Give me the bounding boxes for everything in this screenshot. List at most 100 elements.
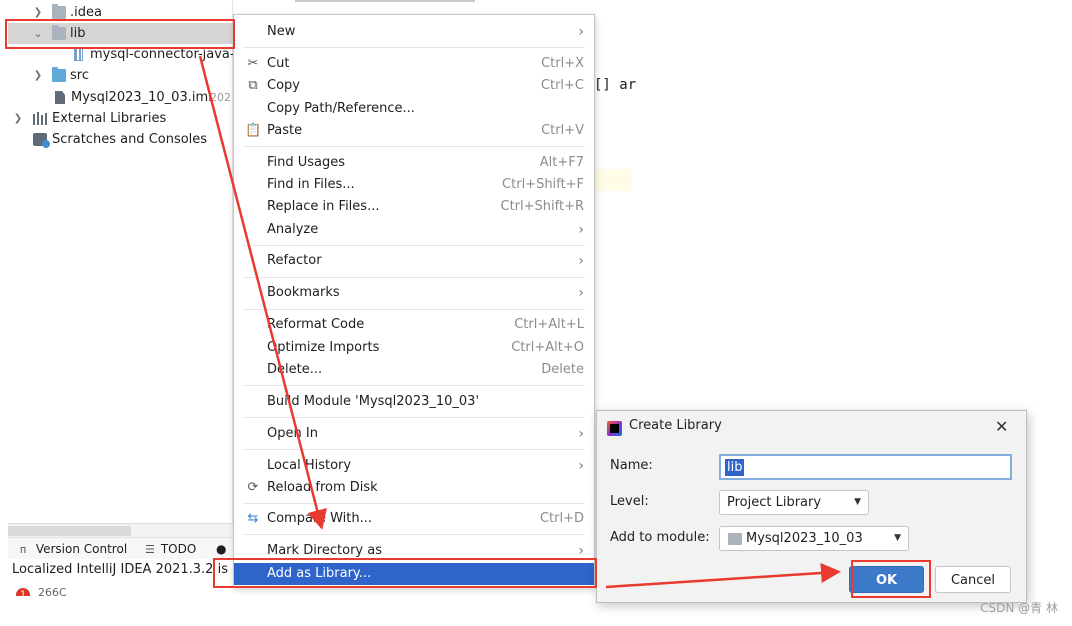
dropdown-arrow-icon: ▼ bbox=[854, 497, 861, 507]
menu-item-paste[interactable]: 📋 Paste Ctrl+V bbox=[234, 120, 594, 142]
menu-item-copy-path[interactable]: Copy Path/Reference... bbox=[234, 98, 594, 120]
chevron-right-icon: › bbox=[578, 24, 584, 40]
chevron-right-icon: › bbox=[578, 253, 584, 269]
menu-item-label: Optimize Imports bbox=[267, 340, 380, 355]
module-label: Add to module: bbox=[610, 530, 710, 545]
chevron-right-icon: › bbox=[578, 426, 584, 442]
chevron-right-icon[interactable]: ❯ bbox=[32, 2, 44, 23]
menu-item-find-usages[interactable]: Find Usages Alt+F7 bbox=[234, 152, 594, 174]
tree-item-src[interactable]: ❯ src bbox=[8, 65, 233, 86]
menu-item-label: Paste bbox=[267, 123, 303, 138]
menu-item-label: Cut bbox=[267, 56, 290, 71]
menu-item-shortcut: Ctrl+Shift+F bbox=[502, 177, 584, 192]
tree-item-iml[interactable]: Mysql2023_10_03.iml 202 bbox=[8, 87, 233, 108]
menu-item-refactor[interactable]: Refactor › bbox=[234, 250, 594, 272]
module-file-icon bbox=[55, 91, 65, 104]
close-icon[interactable]: ✕ bbox=[995, 417, 1008, 436]
menu-item-label: Add as Library... bbox=[267, 566, 372, 581]
scratches-icon bbox=[33, 133, 50, 148]
level-select[interactable]: Project Library ▼ bbox=[719, 490, 869, 515]
menu-item-shortcut: Ctrl+C bbox=[540, 78, 584, 93]
menu-item-open-in[interactable]: Open In › bbox=[234, 423, 594, 445]
paste-icon: 📋 bbox=[245, 123, 262, 138]
menu-item-label: Copy bbox=[267, 78, 300, 93]
menu-item-shortcut: Delete bbox=[541, 362, 584, 377]
menu-item-reformat-code[interactable]: Reformat Code Ctrl+Alt+L bbox=[234, 314, 594, 336]
folder-icon bbox=[52, 4, 66, 19]
menu-item-shortcut: Alt+F7 bbox=[539, 155, 584, 170]
menu-separator bbox=[243, 534, 585, 535]
module-select-value: Mysql2023_10_03 bbox=[746, 531, 863, 546]
chevron-right-icon: › bbox=[578, 458, 584, 474]
folder-icon bbox=[52, 25, 66, 40]
editor-line-highlight bbox=[594, 169, 632, 191]
chevron-right-icon[interactable]: ❯ bbox=[32, 65, 44, 86]
menu-item-label: Reformat Code bbox=[267, 317, 365, 332]
menu-item-label: Open In bbox=[267, 426, 318, 441]
update-notification[interactable]: Localized IntelliJ IDEA 2021.3.2 is avai… bbox=[8, 560, 233, 582]
tree-item-label: External Libraries bbox=[52, 111, 167, 126]
tree-item-external-libraries[interactable]: ❯ External Libraries bbox=[8, 108, 233, 129]
menu-item-label: Reload from Disk bbox=[267, 480, 378, 495]
list-icon: ☰ bbox=[145, 543, 155, 556]
tool-window-bar: ᴨ Version Control ☰ TODO ● bbox=[8, 537, 233, 559]
reload-icon: ⟳ bbox=[247, 480, 259, 495]
ok-button[interactable]: OK bbox=[849, 566, 924, 593]
menu-item-label: Build Module 'Mysql2023_10_03' bbox=[267, 394, 480, 409]
module-select[interactable]: Mysql2023_10_03 ▼ bbox=[719, 526, 909, 551]
tree-item-suffix: 202 bbox=[210, 91, 231, 104]
menu-item-local-history[interactable]: Local History › bbox=[234, 455, 594, 477]
problems-icon[interactable]: ● bbox=[216, 541, 226, 557]
menu-item-label: Compare With... bbox=[267, 511, 373, 526]
dialog-title: Create Library bbox=[629, 418, 722, 433]
error-indicator[interactable]: 1 266C bbox=[8, 584, 233, 596]
libraries-icon bbox=[33, 112, 47, 125]
level-select-value: Project Library bbox=[727, 495, 822, 510]
tree-item-label: lib bbox=[70, 26, 86, 41]
name-input[interactable] bbox=[719, 454, 1012, 480]
menu-item-label: Mark Directory as bbox=[267, 543, 382, 558]
tree-item-label: src bbox=[70, 68, 89, 83]
watermark-text: CSDN @青 林 bbox=[980, 601, 1058, 615]
menu-separator bbox=[243, 277, 585, 278]
cancel-button[interactable]: Cancel bbox=[935, 566, 1011, 593]
module-folder-icon bbox=[728, 533, 742, 545]
menu-item-new[interactable]: New › bbox=[234, 21, 594, 43]
todo-tab[interactable]: ☰ TODO bbox=[145, 541, 196, 558]
chevron-right-icon[interactable]: ❯ bbox=[12, 108, 24, 129]
menu-separator bbox=[243, 449, 585, 450]
chevron-down-icon[interactable]: ⌄ bbox=[32, 23, 44, 44]
menu-item-bookmarks[interactable]: Bookmarks › bbox=[234, 282, 594, 304]
menu-item-find-in-files[interactable]: Find in Files... Ctrl+Shift+F bbox=[234, 174, 594, 196]
version-control-tab[interactable]: ᴨ Version Control bbox=[20, 541, 127, 558]
tree-item-mysql-connector[interactable]: mysql-connector-java-8 bbox=[8, 44, 233, 65]
menu-item-delete[interactable]: Delete... Delete bbox=[234, 359, 594, 381]
tree-item-lib[interactable]: ⌄ lib bbox=[8, 23, 233, 44]
menu-separator bbox=[243, 309, 585, 310]
chevron-right-icon: › bbox=[578, 285, 584, 301]
menu-item-analyze[interactable]: Analyze › bbox=[234, 219, 594, 241]
menu-item-add-as-library[interactable]: Add as Library... bbox=[234, 563, 594, 585]
menu-item-replace-in-files[interactable]: Replace in Files... Ctrl+Shift+R bbox=[234, 196, 594, 218]
copy-icon: ⧉ bbox=[248, 78, 258, 93]
menu-item-label: Bookmarks bbox=[267, 285, 340, 300]
menu-item-shortcut: Ctrl+Alt+O bbox=[511, 340, 584, 355]
menu-item-compare-with[interactable]: ⇆ Compare With... Ctrl+D bbox=[234, 508, 594, 530]
horizontal-scrollbar[interactable] bbox=[8, 523, 233, 537]
source-folder-icon bbox=[52, 67, 66, 82]
menu-separator bbox=[243, 245, 585, 246]
menu-item-mark-directory[interactable]: Mark Directory as › bbox=[234, 540, 594, 562]
menu-item-label: Delete... bbox=[267, 362, 323, 377]
menu-item-label: Find in Files... bbox=[267, 177, 355, 192]
menu-item-copy[interactable]: ⧉ Copy Ctrl+C bbox=[234, 75, 594, 97]
tree-item-label: .idea bbox=[70, 5, 102, 20]
menu-item-cut[interactable]: ✂ Cut Ctrl+X bbox=[234, 53, 594, 75]
tree-item-label: Mysql2023_10_03.iml bbox=[71, 90, 212, 105]
menu-item-build-module[interactable]: Build Module 'Mysql2023_10_03' bbox=[234, 391, 594, 413]
chevron-right-icon: › bbox=[578, 543, 584, 559]
tree-item-idea[interactable]: ❯ .idea bbox=[8, 2, 233, 23]
intellij-logo-icon bbox=[607, 421, 622, 436]
menu-item-optimize-imports[interactable]: Optimize Imports Ctrl+Alt+O bbox=[234, 337, 594, 359]
tree-item-scratches[interactable]: Scratches and Consoles bbox=[8, 129, 233, 150]
menu-item-reload-from-disk[interactable]: ⟳ Reload from Disk bbox=[234, 477, 594, 499]
